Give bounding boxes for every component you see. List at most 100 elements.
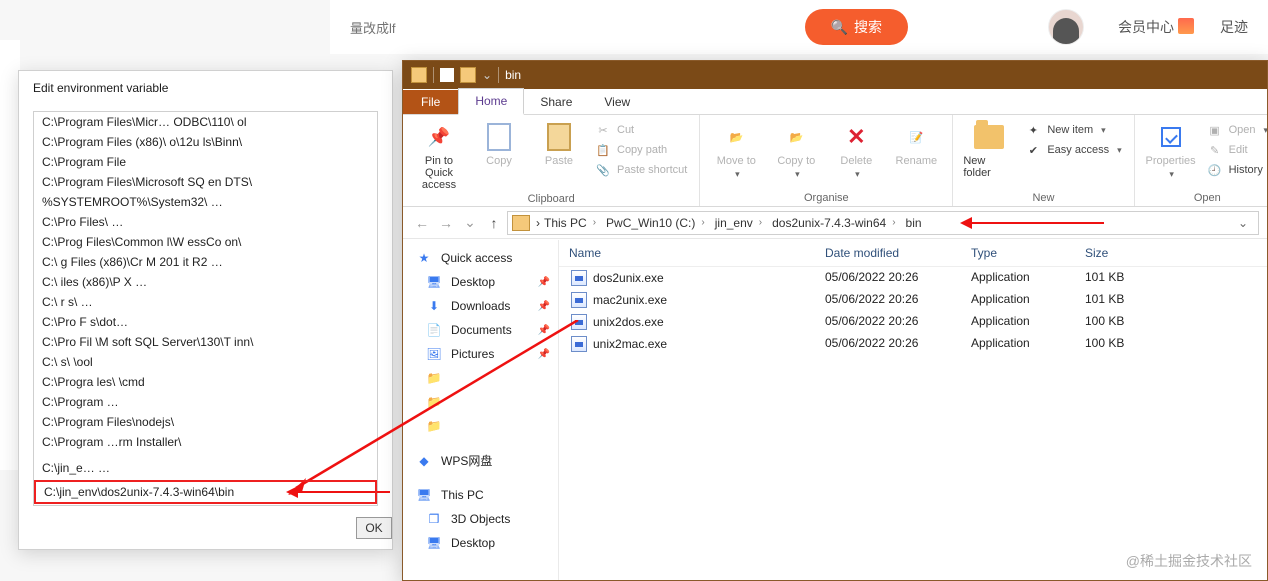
crumb-bin[interactable]: bin (904, 216, 924, 230)
env-entry[interactable]: C:\Program Files\Micr… ODBC\110\ ol (34, 112, 377, 132)
file-row[interactable]: unix2dos.exe 05/06/2022 20:26 Applicatio… (559, 311, 1267, 333)
open-button[interactable]: ▣Open▾ (1205, 121, 1268, 139)
newitem-button[interactable]: ✦New item▾ (1023, 121, 1123, 139)
trace-link[interactable]: 足迹 (1220, 17, 1248, 37)
pin-icon: 📌 (538, 277, 550, 288)
col-date[interactable]: Date modified (819, 246, 965, 260)
member-link[interactable]: 会员中心 (1118, 17, 1194, 37)
env-entry[interactable]: C:\Pro Fil \M soft SQL Server\130\T inn\ (34, 332, 377, 352)
tab-view[interactable]: View (588, 90, 646, 114)
checkbox-icon[interactable] (440, 68, 454, 82)
group-label: Clipboard (413, 191, 689, 205)
nav-forward-button[interactable]: → (435, 212, 457, 234)
history-icon: 🕘 (1207, 162, 1223, 178)
pc-icon: 🖥 (415, 487, 433, 503)
folder-icon (411, 67, 427, 83)
sidebar-folder[interactable]: 📁 (403, 390, 558, 414)
env-entry-highlighted[interactable]: C:\jin_env\dos2unix-7.4.3-win64\bin (34, 480, 377, 504)
file-row[interactable]: mac2unix.exe 05/06/2022 20:26 Applicatio… (559, 289, 1267, 311)
easyaccess-icon: ✔ (1025, 142, 1041, 158)
breadcrumb[interactable]: › This PC› PwC_Win10 (C:)› jin_env› dos2… (507, 211, 1259, 235)
page-topnav: 量改成lf 🔍 搜索 会员中心 足迹 (330, 0, 1268, 54)
explorer-window: ⌄ bin File Home Share View 📌 Pin to Quic… (402, 60, 1268, 581)
breadcrumb-expand-icon[interactable]: ⌄ (1232, 216, 1254, 230)
env-entry[interactable]: C:\Program … (34, 392, 377, 412)
chevron-right-icon[interactable]: › (536, 216, 540, 230)
file-pane[interactable]: Name Date modified Type Size dos2unix.ex… (559, 240, 1267, 580)
avatar[interactable] (1048, 9, 1084, 45)
env-entry[interactable]: C:\Program …rm Installer\ (34, 432, 377, 452)
env-list[interactable]: C:\Program Files\Micr… ODBC\110\ ol C:\P… (33, 111, 378, 506)
paste-button[interactable]: Paste (533, 121, 585, 167)
search-button[interactable]: 🔍 搜索 (805, 9, 908, 45)
pin-quickaccess-button[interactable]: 📌 Pin to Quick access (413, 121, 465, 191)
env-entry[interactable]: C:\jin_e… … (34, 458, 377, 478)
col-type[interactable]: Type (965, 246, 1079, 260)
moveto-button[interactable]: 📂Move to▾ (710, 121, 762, 180)
env-entry[interactable]: C:\ s\ \ool (34, 352, 377, 372)
env-entry[interactable]: C:\ g Files (x86)\Cr M 201 it R2 … (34, 252, 377, 272)
open-icon: ▣ (1207, 122, 1223, 138)
nav-back-button[interactable]: ← (411, 212, 433, 234)
properties-button[interactable]: Properties▾ (1145, 121, 1197, 180)
env-entry[interactable]: C:\ r s\ … (34, 292, 377, 312)
easyaccess-button[interactable]: ✔Easy access▾ (1023, 141, 1123, 159)
crumb-drive[interactable]: PwC_Win10 (C:)› (604, 216, 711, 230)
sidebar-desktop[interactable]: 🖥Desktop📌 (403, 270, 558, 294)
sidebar-documents[interactable]: 📄Documents📌 (403, 318, 558, 342)
crumb-thispc[interactable]: This PC› (542, 216, 602, 230)
env-entry[interactable]: C:\Prog Files\Common l\W essCo on\ (34, 232, 377, 252)
pasteshortcut-button[interactable]: 📎Paste shortcut (593, 161, 689, 179)
copy-button[interactable]: Copy (473, 121, 525, 167)
sidebar-thispc[interactable]: 🖥This PC (403, 483, 558, 507)
ribbon-group-organise: 📂Move to▾ 📂Copy to▾ ✕Delete▾ 📝Rename Org… (700, 115, 953, 206)
documents-icon: 📄 (425, 322, 443, 338)
env-entry[interactable]: C:\Program Files\Microsoft SQ en DTS\ (34, 172, 377, 192)
copypath-button[interactable]: 📋Copy path (593, 141, 689, 159)
copyto-button[interactable]: 📂Copy to▾ (770, 121, 822, 180)
sidebar-quickaccess[interactable]: ★Quick access (403, 246, 558, 270)
env-entry[interactable]: %SYSTEMROOT%\System32\ … (34, 192, 377, 212)
cut-button[interactable]: ✂Cut (593, 121, 689, 139)
crumb-jinenv[interactable]: jin_env› (713, 216, 768, 230)
sidebar-downloads[interactable]: ⬇Downloads📌 (403, 294, 558, 318)
crumb-dos2unix[interactable]: dos2unix-7.4.3-win64› (770, 216, 901, 230)
exe-icon (571, 292, 587, 308)
edit-button[interactable]: ✎Edit (1205, 141, 1268, 159)
rename-button[interactable]: 📝Rename (890, 121, 942, 167)
explorer-titlebar[interactable]: ⌄ bin (403, 61, 1267, 89)
explorer-sidebar: ★Quick access 🖥Desktop📌 ⬇Downloads📌 📄Doc… (403, 240, 559, 580)
env-entry[interactable]: C:\Program File (34, 152, 377, 172)
cut-icon: ✂ (595, 122, 611, 138)
env-entry[interactable]: C:\Pro F s\dot… (34, 312, 377, 332)
titlebar-dropdown-icon[interactable]: ⌄ (482, 68, 492, 82)
column-headers[interactable]: Name Date modified Type Size (559, 240, 1267, 267)
env-entry[interactable]: C:\Program Files (x86)\ o\12u ls\Binn\ (34, 132, 377, 152)
nav-up-button[interactable]: ↑ (483, 212, 505, 234)
env-entry[interactable]: C:\ iles (x86)\P X … (34, 272, 377, 292)
env-entry[interactable]: C:\Program Files\nodejs\ (34, 412, 377, 432)
file-row[interactable]: dos2unix.exe 05/06/2022 20:26 Applicatio… (559, 267, 1267, 289)
sidebar-wps[interactable]: ◆WPS网盘 (403, 448, 558, 473)
delete-button[interactable]: ✕Delete▾ (830, 121, 882, 180)
col-name[interactable]: Name (563, 246, 819, 260)
ok-button[interactable]: OK (356, 517, 392, 539)
sidebar-pictures[interactable]: 🖼Pictures📌 (403, 342, 558, 366)
tab-home[interactable]: Home (458, 88, 524, 115)
col-size[interactable]: Size (1079, 246, 1159, 260)
newfolder-button[interactable]: New folder (963, 121, 1015, 179)
file-row[interactable]: unix2mac.exe 05/06/2022 20:26 Applicatio… (559, 333, 1267, 355)
sidebar-folder[interactable]: 📁 (403, 366, 558, 390)
star-icon: ★ (415, 250, 433, 266)
group-label: Open (1145, 190, 1268, 204)
env-entry[interactable]: C:\Pro Files\ … (34, 212, 377, 232)
folder-icon: 📁 (425, 394, 443, 410)
env-entry[interactable]: C:\Progra les\ \cmd (34, 372, 377, 392)
sidebar-desktop2[interactable]: 🖥Desktop (403, 531, 558, 555)
nav-recent-button[interactable]: ⌄ (459, 212, 481, 234)
sidebar-folder[interactable]: 📁 (403, 414, 558, 438)
sidebar-3dobjects[interactable]: ❒3D Objects (403, 507, 558, 531)
tab-file[interactable]: File (403, 90, 458, 114)
tab-share[interactable]: Share (524, 90, 588, 114)
history-button[interactable]: 🕘History (1205, 161, 1268, 179)
